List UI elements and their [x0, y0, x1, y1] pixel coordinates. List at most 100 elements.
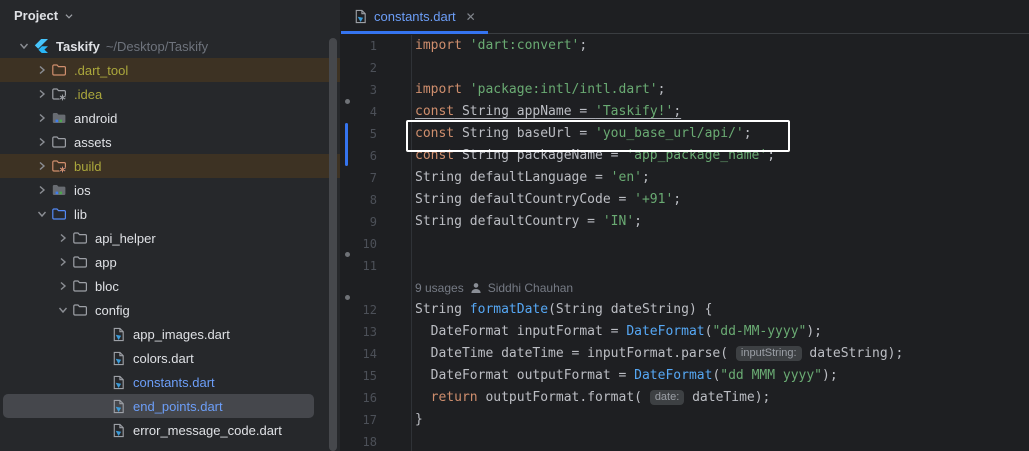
- code-text[interactable]: import 'package:intl/intl.dart';: [412, 79, 665, 101]
- line-number[interactable]: 4: [341, 101, 412, 123]
- code-text[interactable]: DateFormat inputFormat = DateFormat("dd-…: [412, 321, 822, 343]
- code-token: const: [415, 148, 454, 163]
- tree-item-error-message-code-dart[interactable]: error_message_code.dart: [0, 418, 340, 442]
- tree-item-label: .idea: [74, 87, 102, 102]
- code-vision-text[interactable]: 9 usages Siddhi Chauhan: [412, 277, 573, 299]
- chevron-right-icon[interactable]: [33, 182, 51, 198]
- tree-item-label: error_message_code.dart: [133, 423, 282, 438]
- author-icon: [470, 282, 482, 294]
- tree-item-label: Taskify: [56, 39, 100, 54]
- code-text[interactable]: const String packageName = 'app_package_…: [412, 145, 775, 167]
- tree-item-constants-dart[interactable]: constants.dart: [0, 370, 340, 394]
- folder-orange-icon: [51, 62, 67, 78]
- code-text[interactable]: String defaultLanguage = 'en';: [412, 167, 650, 189]
- line-number[interactable]: 16: [341, 387, 412, 409]
- code-text[interactable]: [412, 431, 415, 451]
- line-number[interactable]: 6: [341, 145, 412, 167]
- tree-item-ios[interactable]: ios: [0, 178, 340, 202]
- chevron-down-icon[interactable]: [54, 302, 72, 318]
- line-number[interactable]: 5: [341, 123, 412, 145]
- code-text[interactable]: return outputFormat.format( date: dateTi…: [412, 387, 770, 409]
- code-text[interactable]: String defaultCountryCode = '+91';: [412, 189, 681, 211]
- chevron-right-icon[interactable]: [33, 134, 51, 150]
- code-token: dateTime);: [684, 390, 770, 405]
- line-number[interactable]: 14: [341, 343, 412, 365]
- code-line-2: 2: [341, 57, 1029, 79]
- tree-item-assets[interactable]: assets: [0, 130, 340, 154]
- code-token: ;: [642, 170, 650, 185]
- code-line-1: 1import 'dart:convert';: [341, 35, 1029, 57]
- project-path: ~/Desktop/Taskify: [106, 39, 208, 54]
- line-number[interactable]: 15: [341, 365, 412, 387]
- code-vision-row: 9 usages Siddhi Chauhan: [341, 277, 1029, 299]
- tree-item-lib[interactable]: lib: [0, 202, 340, 226]
- tree-item-taskify[interactable]: Taskify ~/Desktop/Taskify: [0, 34, 340, 58]
- usages-link[interactable]: 9 usages: [415, 277, 464, 299]
- tree-item-bloc[interactable]: bloc: [0, 274, 340, 298]
- vcs-change-bar[interactable]: [345, 123, 348, 166]
- line-number[interactable]: 17: [341, 409, 412, 431]
- code-line-6: 6const String packageName = 'app_package…: [341, 145, 1029, 167]
- project-scrollbar[interactable]: [329, 38, 337, 451]
- line-number[interactable]: [341, 277, 412, 299]
- code-token: ;: [634, 214, 642, 229]
- code-token: }: [415, 412, 423, 427]
- line-number[interactable]: 1: [341, 35, 412, 57]
- tree-item-colors-dart[interactable]: colors.dart: [0, 346, 340, 370]
- tree-item-idea[interactable]: .idea: [0, 82, 340, 106]
- chevron-right-icon[interactable]: [33, 110, 51, 126]
- code-text[interactable]: import 'dart:convert';: [412, 35, 587, 57]
- code-text[interactable]: [412, 57, 415, 79]
- code-text[interactable]: String formatDate(String dateString) {: [412, 299, 712, 321]
- code-token: String appName =: [454, 104, 595, 119]
- line-number[interactable]: 7: [341, 167, 412, 189]
- ide-window: Project Taskify~/Desktop/Taskify.dart_to…: [0, 0, 1029, 451]
- tree-item-label: api_helper: [95, 231, 156, 246]
- tree-item-dart-tool[interactable]: .dart_tool: [0, 58, 340, 82]
- folder-icon: [72, 254, 88, 270]
- chevron-spacer: [92, 374, 110, 390]
- code-text[interactable]: const String baseUrl = 'you_base_url/api…: [412, 123, 752, 145]
- author-link[interactable]: Siddhi Chauhan: [488, 277, 573, 299]
- chevron-spacer: [92, 326, 110, 342]
- code-text[interactable]: [412, 255, 415, 277]
- code-text[interactable]: [412, 233, 415, 255]
- line-number[interactable]: 2: [341, 57, 412, 79]
- chevron-down-icon[interactable]: [15, 38, 33, 54]
- tree-item-app-images-dart[interactable]: app_images.dart: [0, 322, 340, 346]
- chevron-down-icon[interactable]: [62, 9, 76, 23]
- line-number[interactable]: 13: [341, 321, 412, 343]
- line-number[interactable]: 9: [341, 211, 412, 233]
- code-token: ;: [673, 104, 681, 119]
- tree-item-api-helper[interactable]: api_helper: [0, 226, 340, 250]
- chevron-right-icon[interactable]: [54, 278, 72, 294]
- code-text[interactable]: DateTime dateTime = inputFormat.parse( i…: [412, 343, 903, 365]
- tree-item-build[interactable]: build: [0, 154, 340, 178]
- line-number[interactable]: 18: [341, 431, 412, 451]
- code-text[interactable]: const String appName = 'Taskify!';: [412, 101, 681, 123]
- tree-item-end-points-dart[interactable]: end_points.dart: [3, 394, 314, 418]
- code-token: return: [431, 390, 478, 405]
- tab-constants-dart[interactable]: constants.dart ✕: [341, 0, 488, 33]
- line-number[interactable]: 10: [341, 233, 412, 255]
- code-text[interactable]: DateFormat outputFormat = DateFormat("dd…: [412, 365, 838, 387]
- line-number[interactable]: 11: [341, 255, 412, 277]
- line-number[interactable]: 8: [341, 189, 412, 211]
- line-number[interactable]: 3: [341, 79, 412, 101]
- chevron-right-icon[interactable]: [54, 254, 72, 270]
- code-text[interactable]: String defaultCountry = 'IN';: [412, 211, 642, 233]
- tree-item-android[interactable]: android: [0, 106, 340, 130]
- chevron-right-icon[interactable]: [33, 158, 51, 174]
- close-icon[interactable]: ✕: [466, 10, 476, 24]
- code-token: DateFormat inputFormat =: [415, 324, 626, 339]
- chevron-down-icon[interactable]: [33, 206, 51, 222]
- code-line-16: 16 return outputFormat.format( date: dat…: [341, 387, 1029, 409]
- tree-item-config[interactable]: config: [0, 298, 340, 322]
- tree-item-app[interactable]: app: [0, 250, 340, 274]
- code-text[interactable]: }: [412, 409, 423, 431]
- chevron-right-icon[interactable]: [54, 230, 72, 246]
- chevron-right-icon[interactable]: [33, 62, 51, 78]
- dart-file-icon: [110, 326, 126, 342]
- chevron-right-icon[interactable]: [33, 86, 51, 102]
- line-number[interactable]: 12: [341, 299, 412, 321]
